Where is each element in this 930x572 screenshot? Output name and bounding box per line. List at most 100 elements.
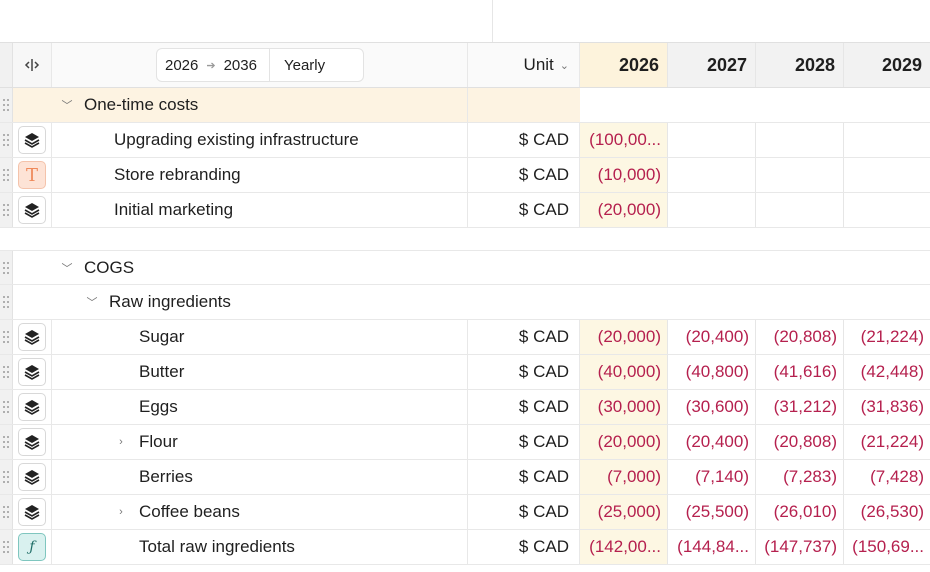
value-cell[interactable]: (30,000) [580,390,668,424]
value-cell[interactable]: (7,428) [844,460,930,494]
drag-handle[interactable] [0,530,13,564]
value-cell[interactable]: (20,000) [580,425,668,459]
drag-handle[interactable] [0,390,13,424]
table-row-total[interactable]: ƒ Total raw ingredients $ CAD (142,00...… [0,530,930,565]
row-name[interactable]: Upgrading existing infrastructure [52,123,468,157]
table-row[interactable]: T Store rebranding $ CAD (10,000) [0,158,930,193]
table-row[interactable]: › Flour $ CAD (20,000) (20,400) (20,808)… [0,425,930,460]
value-cell[interactable]: (20,808) [756,425,844,459]
value-cell[interactable]: (10,000) [580,158,668,192]
value-cell[interactable]: (26,530) [844,495,930,529]
drag-handle[interactable] [0,251,13,284]
year-header-2027[interactable]: 2027 [668,43,756,87]
value-cell[interactable] [756,193,844,227]
value-cell[interactable]: (142,00... [580,530,668,564]
period-select[interactable]: Yearly [270,57,333,74]
row-name[interactable]: Store rebranding [52,158,468,192]
layers-icon[interactable] [18,463,46,491]
value-cell[interactable]: (100,00... [580,123,668,157]
drag-handle[interactable] [0,123,13,157]
row-name[interactable]: Total raw ingredients [52,530,468,564]
value-cell[interactable]: (20,000) [580,193,668,227]
layers-icon[interactable] [18,323,46,351]
table-row[interactable]: › Coffee beans $ CAD (25,000) (25,500) (… [0,495,930,530]
value-cell[interactable]: (31,836) [844,390,930,424]
value-cell[interactable]: (150,69... [844,530,930,564]
row-unit[interactable]: $ CAD [468,123,580,157]
value-cell[interactable]: (25,000) [580,495,668,529]
table-row[interactable]: Butter $ CAD (40,000) (40,800) (41,616) … [0,355,930,390]
table-row[interactable]: Eggs $ CAD (30,000) (30,600) (31,212) (3… [0,390,930,425]
row-unit[interactable]: $ CAD [468,158,580,192]
text-type-icon[interactable]: T [18,161,46,189]
value-cell[interactable] [668,193,756,227]
value-cell[interactable]: (25,500) [668,495,756,529]
value-cell[interactable]: (41,616) [756,355,844,389]
value-cell[interactable]: (21,224) [844,320,930,354]
chevron-right-icon[interactable]: › [114,506,128,518]
chevron-down-icon[interactable]: ﹀ [60,260,74,276]
value-cell[interactable] [844,193,930,227]
drag-handle[interactable] [0,88,13,122]
value-cell[interactable]: (7,283) [756,460,844,494]
range-end[interactable]: 2036 [216,57,265,74]
row-name[interactable]: Eggs [52,390,468,424]
value-cell[interactable]: (144,84... [668,530,756,564]
range-start[interactable]: 2026 [157,57,206,74]
drag-handle[interactable] [0,320,13,354]
subgroup-row-raw-ingredients[interactable]: ﹀ Raw ingredients [0,285,930,320]
date-range-picker[interactable]: 2026 ➔ 2036 Yearly [156,48,364,82]
row-unit[interactable]: $ CAD [468,355,580,389]
value-cell[interactable]: (20,000) [580,320,668,354]
group-row-one-time-costs[interactable]: ﹀ One-time costs [0,88,930,123]
value-cell[interactable]: (42,448) [844,355,930,389]
value-cell[interactable]: (40,000) [580,355,668,389]
row-unit[interactable]: $ CAD [468,460,580,494]
drag-handle[interactable] [0,495,13,529]
chevron-down-icon[interactable]: ﹀ [60,97,74,113]
chevron-down-icon[interactable]: ﹀ [85,294,99,310]
drag-handle[interactable] [0,425,13,459]
drag-handle[interactable] [0,285,13,319]
value-cell[interactable] [756,123,844,157]
value-cell[interactable]: (7,000) [580,460,668,494]
value-cell[interactable]: (20,400) [668,425,756,459]
formula-icon[interactable]: ƒ [18,533,46,561]
layers-icon[interactable] [18,126,46,154]
row-name-cell[interactable]: › Coffee beans [52,495,468,529]
row-unit[interactable]: $ CAD [468,390,580,424]
row-unit[interactable]: $ CAD [468,495,580,529]
chevron-right-icon[interactable]: › [114,436,128,448]
value-cell[interactable]: (26,010) [756,495,844,529]
value-cell[interactable]: (31,212) [756,390,844,424]
table-row[interactable]: Initial marketing $ CAD (20,000) [0,193,930,228]
row-name[interactable]: Initial marketing [52,193,468,227]
table-row[interactable]: Berries $ CAD (7,000) (7,140) (7,283) (7… [0,460,930,495]
layers-icon[interactable] [18,428,46,456]
value-cell[interactable]: (20,400) [668,320,756,354]
drag-handle[interactable] [0,460,13,494]
value-cell[interactable]: (40,800) [668,355,756,389]
row-name[interactable]: Berries [52,460,468,494]
value-cell[interactable] [844,158,930,192]
value-cell[interactable]: (20,808) [756,320,844,354]
layers-icon[interactable] [18,196,46,224]
year-header-2029[interactable]: 2029 [844,43,930,87]
layers-icon[interactable] [18,358,46,386]
table-row[interactable]: Upgrading existing infrastructure $ CAD … [0,123,930,158]
table-row[interactable]: Sugar $ CAD (20,000) (20,400) (20,808) (… [0,320,930,355]
value-cell[interactable] [668,158,756,192]
row-unit[interactable]: $ CAD [468,425,580,459]
group-row-cogs[interactable]: ﹀ COGS [0,250,930,285]
row-name-cell[interactable]: › Flour [52,425,468,459]
row-unit[interactable]: $ CAD [468,530,580,564]
row-unit[interactable]: $ CAD [468,320,580,354]
unit-column-header[interactable]: Unit ⌄ [468,43,580,87]
drag-handle[interactable] [0,355,13,389]
column-toggle-button[interactable] [13,43,52,87]
value-cell[interactable] [756,158,844,192]
drag-handle[interactable] [0,193,13,227]
row-unit[interactable]: $ CAD [468,193,580,227]
year-header-2028[interactable]: 2028 [756,43,844,87]
layers-icon[interactable] [18,393,46,421]
